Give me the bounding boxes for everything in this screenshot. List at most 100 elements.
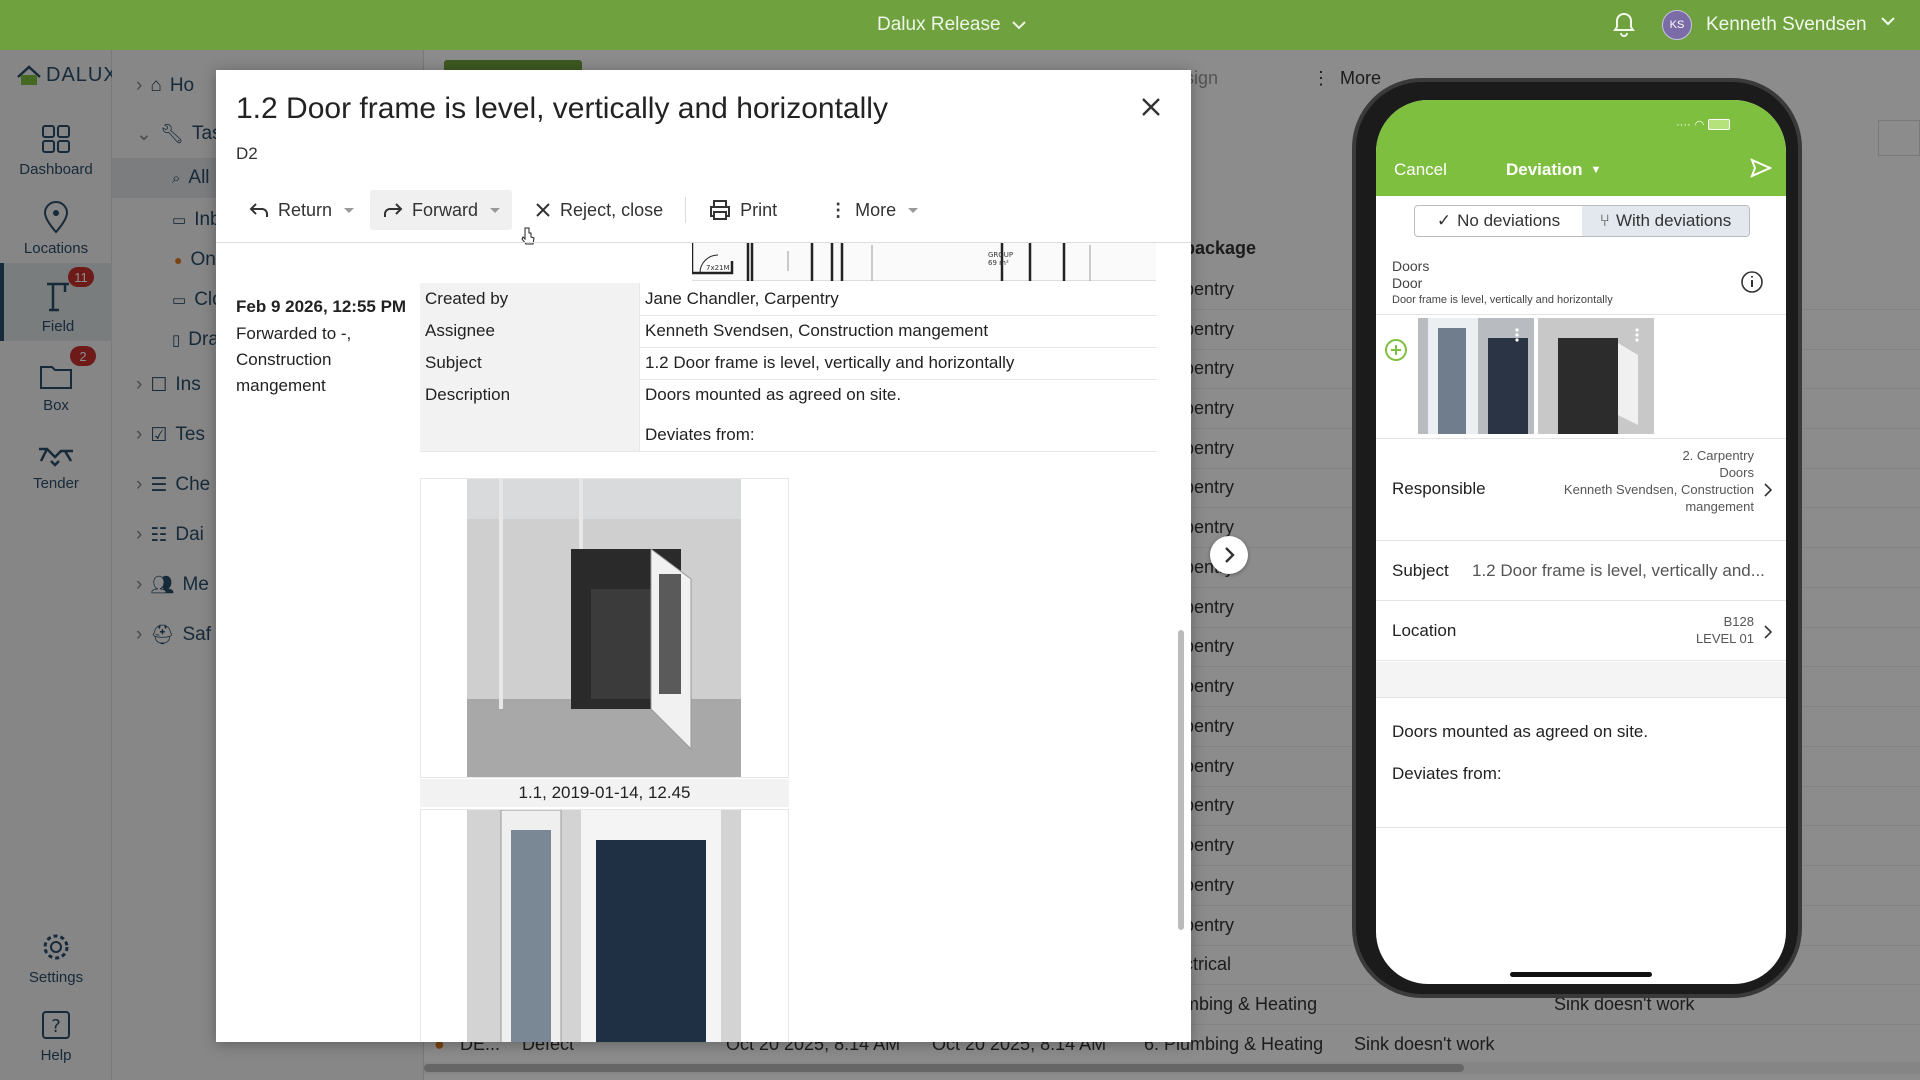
photo-thumbnail[interactable] (1538, 318, 1654, 434)
print-button[interactable]: Print (696, 190, 789, 230)
avatar[interactable]: KS (1662, 10, 1692, 40)
add-photo-icon[interactable] (1384, 338, 1408, 362)
option-label: With deviations (1615, 211, 1732, 230)
task-code: D2 (236, 144, 258, 163)
signal-icon: ···· (1676, 118, 1691, 131)
chevron-right-icon (1764, 625, 1772, 639)
option-label: No deviations (1457, 211, 1561, 230)
bell-icon[interactable] (1612, 12, 1636, 38)
responsible-person: Kenneth Svendsen, Construction mangement (1563, 482, 1754, 514)
send-icon[interactable] (1750, 158, 1772, 178)
kebab-icon: ⋮ (829, 199, 848, 220)
project-name: Dalux Release (877, 14, 1001, 35)
next-task-button[interactable] (1210, 536, 1248, 574)
dialog-title: 1.2 Door frame is level, vertically and … (236, 92, 888, 125)
print-label: Print (740, 199, 778, 220)
caret-down-icon (344, 207, 355, 213)
row-divider (1376, 314, 1786, 315)
location-row[interactable]: Location B128 LEVEL 01 (1376, 601, 1786, 661)
door-photo (1418, 318, 1534, 434)
project-selector[interactable]: Dalux Release (877, 0, 1027, 50)
phone-screen: ···· ◠ Cancel Deviation ▼ ✓ No deviations ⑂… (1376, 100, 1786, 984)
deviation-toggle: ✓ No deviations ⑂ With deviations (1414, 205, 1750, 237)
floor-plan-snippet[interactable]: 7x21M GROUP 69 m² (692, 243, 1156, 281)
plan-group-label: GROUP (988, 251, 1013, 259)
cancel-button[interactable]: Cancel (1394, 160, 1447, 180)
location-room: B128 (1723, 614, 1754, 629)
plan-area-label: 69 m² (988, 259, 1009, 267)
subject-label: Subject (1392, 561, 1449, 580)
responsible-label: Responsible (1392, 479, 1486, 498)
subject-value: 1.2 Door frame is level, vertically and.… (1472, 561, 1765, 580)
detail-value: Doors mounted as agreed on site. Deviate… (645, 385, 902, 444)
caret-down-icon: ▼ (1590, 164, 1602, 176)
forward-button[interactable]: Forward (370, 190, 513, 230)
breadcrumb-level-2: Door (1392, 275, 1423, 291)
return-button[interactable]: Return (236, 190, 366, 230)
description-line-2: Deviates from: (1392, 764, 1502, 783)
info-icon[interactable] (1740, 270, 1764, 294)
battery-icon (1708, 119, 1731, 130)
door-photo (467, 810, 741, 1042)
responsible-trade: 2. Carpentry (1682, 448, 1754, 463)
detail-key: Created by (420, 283, 640, 315)
detail-value: Kenneth Svendsen, Construction mangement (645, 321, 989, 340)
caret-down-icon (908, 207, 919, 213)
top-bar: Dalux Release KS Kenneth Svendsen (0, 0, 1920, 50)
detail-key: Description (420, 379, 640, 451)
door-photo (1538, 318, 1654, 434)
reject-close-button[interactable]: Reject, close (522, 190, 675, 230)
return-arrow-icon (249, 203, 268, 217)
event-date: Feb 9 2026, 12:55 PM (236, 297, 407, 316)
user-name[interactable]: Kenneth Svendsen (1706, 0, 1867, 50)
dialog-scroll-content[interactable]: 7x21M GROUP 69 m² Feb 9 2026, 12:55 PM For… (216, 243, 1191, 1042)
detail-row: Description Doors mounted as agreed on si… (420, 379, 1156, 452)
phone-header: ···· ◠ Cancel Deviation ▼ (1376, 100, 1786, 196)
location-value: B128 LEVEL 01 (1696, 613, 1754, 647)
chevron-right-icon (1225, 547, 1235, 563)
photo-attachment[interactable] (420, 478, 789, 778)
description-field[interactable]: Doors mounted as agreed on site. Deviate… (1376, 698, 1786, 828)
plan-tag-label: 7x21M (706, 264, 730, 272)
responsible-row[interactable]: Responsible 2. Carpentry Doors Kenneth S… (1376, 439, 1786, 541)
task-detail-dialog: 1.2 Door frame is level, vertically and … (216, 70, 1191, 1042)
printer-icon (710, 200, 731, 220)
detail-value: Jane Chandler, Carpentry (645, 289, 839, 308)
dialog-scrollbar[interactable] (1178, 630, 1184, 930)
reject-label: Reject, close (560, 199, 664, 220)
breadcrumb-level-1: Doors (1392, 258, 1430, 274)
deviation-selector[interactable]: Deviation ▼ (1506, 160, 1601, 180)
close-icon[interactable] (1140, 96, 1162, 118)
event-action: Forwarded to -, Construction mangement (236, 324, 352, 395)
photo-attachment[interactable] (420, 809, 789, 1042)
checklist-breadcrumb: Doors Door Door frame is level, vertical… (1392, 258, 1613, 309)
phone-preview-frame: ···· ◠ Cancel Deviation ▼ ✓ No deviations ⑂… (1352, 78, 1802, 998)
detail-key: Assignee (420, 315, 640, 347)
toolbar-divider (685, 197, 687, 223)
no-deviations-option[interactable]: ✓ No deviations (1415, 206, 1582, 236)
responsible-area: Doors (1719, 465, 1754, 480)
forward-label: Forward (412, 199, 479, 220)
section-spacer (1376, 662, 1786, 698)
chevron-down-icon[interactable] (1880, 16, 1896, 26)
location-level: LEVEL 01 (1695, 631, 1754, 646)
caret-down-icon (490, 207, 501, 213)
deviation-title: Deviation (1506, 160, 1583, 179)
subject-row[interactable]: Subject 1.2 Door frame is level, vertica… (1376, 541, 1786, 601)
description-line-1: Doors mounted as agreed on site. (1392, 722, 1649, 741)
photo-caption: 1.1, 2019-01-14, 12.45 (420, 779, 789, 807)
detail-row: Subject 1.2 Door frame is level, vertical… (420, 347, 1156, 380)
photo-thumbnail[interactable] (1418, 318, 1534, 434)
door-photo (467, 479, 741, 777)
location-label: Location (1392, 621, 1457, 640)
responsible-value: 2. Carpentry Doors Kenneth Svendsen, Con… (1534, 447, 1754, 515)
breadcrumb-level-3: Door frame is level, vertically and hori… (1392, 294, 1613, 306)
status-bar-icons: ···· ◠ (1676, 118, 1731, 131)
chevron-down-icon (1011, 21, 1026, 30)
home-indicator (1510, 972, 1652, 977)
return-label: Return (278, 199, 333, 220)
more-label: More (855, 199, 897, 220)
forward-arrow-icon (384, 203, 403, 217)
with-deviations-option[interactable]: ⑂ With deviations (1582, 206, 1749, 236)
more-actions-button[interactable]: ⋮ More (817, 190, 930, 230)
